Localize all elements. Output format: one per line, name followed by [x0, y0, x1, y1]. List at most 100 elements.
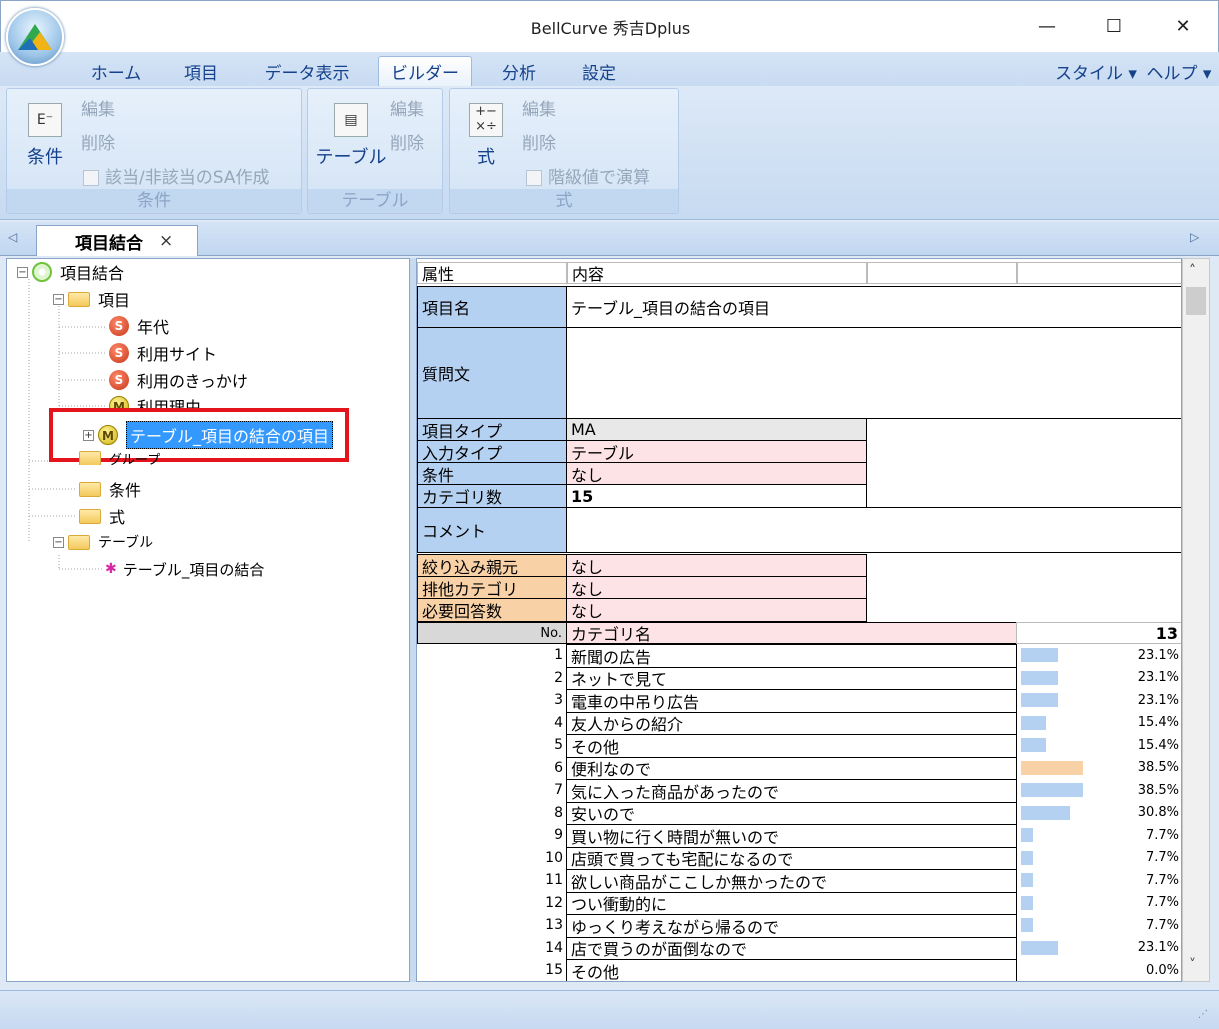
question-value[interactable]: [566, 327, 1181, 419]
category-name[interactable]: 友人からの紹介: [566, 711, 1017, 735]
minimize-button[interactable]: —: [1024, 9, 1070, 43]
category-name[interactable]: 気に入った商品があったので: [566, 779, 1017, 803]
category-name[interactable]: 新聞の広告: [566, 644, 1017, 668]
tab-scroll-right-icon[interactable]: ▷: [1190, 230, 1199, 244]
condition-button-label: 条件: [27, 147, 63, 168]
checkbox-box: [526, 170, 542, 186]
item-name-value[interactable]: テーブル_項目の結合の項目: [566, 286, 1181, 328]
comment-value[interactable]: [566, 507, 1181, 553]
expand-icon[interactable]: +: [83, 429, 94, 441]
item-type-value: MA: [566, 418, 867, 441]
category-name[interactable]: 店で買うのが面倒なので: [566, 936, 1017, 960]
vertical-scrollbar[interactable]: ˄ ˅: [1182, 258, 1210, 982]
scroll-down-icon[interactable]: ˅: [1189, 957, 1196, 973]
comment-label: コメント: [417, 507, 567, 553]
condition-delete-button[interactable]: 削除: [81, 129, 115, 154]
category-no: 11: [545, 872, 563, 889]
category-name[interactable]: その他: [566, 734, 1017, 758]
table-edit-button[interactable]: 編集: [390, 95, 424, 120]
disc-icon: [32, 262, 52, 282]
scroll-up-icon[interactable]: ˄: [1189, 263, 1196, 279]
table-group-label: テーブル: [308, 189, 442, 213]
formula-edit-button[interactable]: 編集: [522, 95, 556, 120]
tree-item-label: 年代: [137, 318, 170, 337]
header-content: 内容: [567, 262, 867, 284]
category-percentage: 7.7%: [1145, 827, 1179, 843]
required-value: なし: [566, 598, 867, 622]
category-name[interactable]: 安いので: [566, 801, 1017, 825]
condition-button[interactable]: E⁻ 条件: [19, 103, 71, 169]
category-name[interactable]: 便利なので: [566, 756, 1017, 780]
table-button[interactable]: ▤ テーブル: [314, 103, 388, 169]
tab-settings[interactable]: 設定: [566, 56, 632, 86]
category-percentage: 7.7%: [1145, 917, 1179, 933]
single-answer-icon: S: [109, 370, 129, 390]
sa-create-checkbox[interactable]: 該当/非該当のSA作成: [83, 163, 269, 188]
tree-item-trigger[interactable]: S 利用のきっかけ: [109, 367, 248, 393]
tree-folder-formula-label: 式: [109, 508, 126, 527]
tree-root-label: 項目結合: [60, 264, 125, 283]
table-group: ▤ テーブル 編集 削除 テーブル: [307, 88, 443, 214]
tree-item-age[interactable]: S 年代: [109, 313, 169, 339]
tab-home[interactable]: ホーム: [80, 56, 152, 86]
tab-items[interactable]: 項目: [168, 56, 234, 86]
tree-item-table[interactable]: ✱ テーブル_項目の結合: [105, 556, 264, 582]
category-name[interactable]: つい衝動的に: [566, 891, 1017, 915]
tree-folder-table[interactable]: − テーブル: [53, 529, 153, 555]
condition-edit-button[interactable]: 編集: [81, 95, 115, 120]
tree-root[interactable]: − 項目結合: [17, 259, 124, 285]
scroll-thumb[interactable]: [1186, 287, 1206, 315]
category-no: 2: [554, 669, 563, 686]
question-label: 質問文: [417, 327, 567, 419]
document-tab[interactable]: 項目結合 ×: [36, 225, 198, 256]
percentage-bar: [1021, 895, 1033, 910]
tree-folder-condition-label: 条件: [109, 481, 142, 500]
collapse-icon[interactable]: −: [17, 266, 28, 278]
tab-builder[interactable]: ビルダー: [378, 56, 472, 86]
formula-group: +− ×÷ 式 編集 削除 階級値で演算 式: [449, 88, 679, 214]
input-type-value: テーブル: [566, 440, 867, 463]
tree-folder-group[interactable]: グループ: [79, 451, 160, 465]
collapse-icon[interactable]: −: [53, 536, 64, 548]
category-name[interactable]: その他: [566, 959, 1017, 981]
category-name[interactable]: 買い物に行く時間が無いので: [566, 824, 1017, 848]
tree-item-site[interactable]: S 利用サイト: [109, 340, 217, 366]
category-percentage: 23.1%: [1137, 670, 1179, 686]
tree-folder-items[interactable]: − 項目: [53, 286, 130, 312]
collapse-icon[interactable]: −: [53, 293, 64, 305]
tree-item-table-label: テーブル_項目の結合: [122, 560, 265, 579]
app-logo-icon[interactable]: [6, 8, 64, 66]
category-name[interactable]: 欲しい商品がここしか無かったので: [566, 869, 1017, 893]
percentage-bar: [1021, 648, 1058, 662]
category-name[interactable]: 店頭で買っても宅配になるので: [566, 846, 1017, 870]
style-menu[interactable]: スタイル ▾: [1052, 56, 1140, 86]
maximize-button[interactable]: ☐: [1091, 9, 1137, 43]
condition-label: 条件: [417, 462, 567, 485]
category-no: 10: [545, 849, 563, 866]
category-name[interactable]: 電車の中吊り広告: [566, 689, 1017, 713]
close-tab-icon[interactable]: ×: [159, 231, 173, 251]
table-item-icon: ✱: [105, 561, 117, 577]
tab-scroll-left-icon[interactable]: ◁: [8, 230, 17, 244]
tree-item-combined[interactable]: + M テーブル_項目の結合の項目: [83, 421, 334, 449]
formula-group-label: 式: [450, 189, 678, 213]
category-name[interactable]: ゆっくり考えながら帰るので: [566, 914, 1017, 938]
tab-analysis[interactable]: 分析: [488, 56, 550, 86]
formula-button[interactable]: +− ×÷ 式: [464, 103, 508, 169]
condition-value: なし: [566, 462, 867, 485]
category-name[interactable]: ネットで見て: [566, 666, 1017, 690]
resize-grip-icon[interactable]: ⋰: [1198, 1009, 1208, 1020]
table-delete-button[interactable]: 削除: [390, 129, 424, 154]
tree-folder-condition[interactable]: 条件: [79, 476, 141, 502]
help-menu[interactable]: ヘルプ ▾: [1142, 56, 1216, 86]
document-tab-label: 項目結合: [75, 233, 143, 254]
category-no: 9: [554, 827, 563, 844]
close-button[interactable]: ✕: [1160, 9, 1206, 43]
category-percentage: 7.7%: [1145, 872, 1179, 888]
input-type-label: 入力タイプ: [417, 440, 567, 463]
class-value-checkbox[interactable]: 階級値で演算: [526, 163, 650, 188]
formula-delete-button[interactable]: 削除: [522, 129, 556, 154]
tab-data-view[interactable]: データ表示: [252, 56, 362, 86]
tree-folder-formula[interactable]: 式: [79, 503, 125, 529]
type-block-blank: [866, 418, 1181, 508]
